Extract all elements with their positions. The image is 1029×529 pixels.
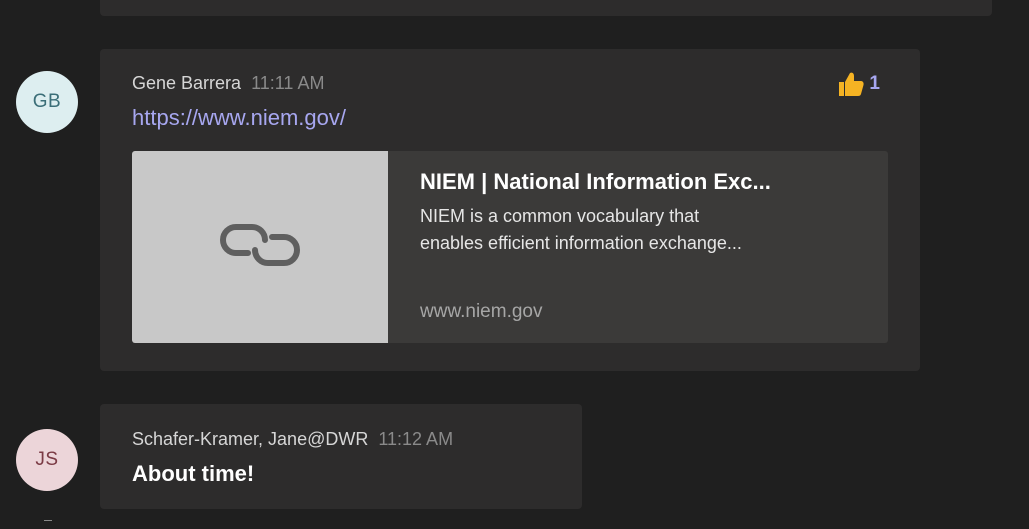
author-name[interactable]: Gene Barrera (132, 73, 241, 93)
author-name[interactable]: Schafer-Kramer, Jane@DWR (132, 429, 368, 449)
preview-description-line: enables efficient information exchange..… (420, 233, 742, 253)
preview-description: NIEM is a common vocabulary that enables… (420, 203, 870, 257)
message-link[interactable]: https://www.niem.gov/ (132, 105, 346, 131)
message-bubble: Gene Barrera 11:11 AM 1 https://www.niem.… (100, 49, 920, 371)
timestamp: 11:12 AM (378, 429, 454, 449)
divider (44, 520, 52, 523)
message-header: Schafer-Kramer, Jane@DWR 11:12 AM (132, 429, 453, 450)
reaction-like[interactable]: 1 (835, 69, 880, 99)
preview-description-line: NIEM is a common vocabulary that (420, 206, 700, 226)
timestamp: 11:11 AM (251, 73, 325, 93)
avatar[interactable]: JS (16, 429, 78, 491)
preview-thumbnail (132, 151, 388, 343)
message-text: About time! (132, 461, 255, 486)
message-bubble: Schafer-Kramer, Jane@DWR 11:12 AM About t… (100, 404, 582, 509)
reaction-count: 1 (869, 73, 880, 94)
preview-domain: www.niem.gov (420, 301, 543, 322)
previous-message-bubble (100, 0, 992, 16)
link-preview-card[interactable]: NIEM | National Information Exc... NIEM … (132, 151, 888, 343)
link-icon (210, 213, 310, 282)
preview-title: NIEM | National Information Exc... (420, 169, 771, 194)
thumbs-up-icon (835, 69, 865, 99)
avatar[interactable]: GB (16, 71, 78, 133)
message-header: Gene Barrera 11:11 AM (132, 73, 324, 94)
